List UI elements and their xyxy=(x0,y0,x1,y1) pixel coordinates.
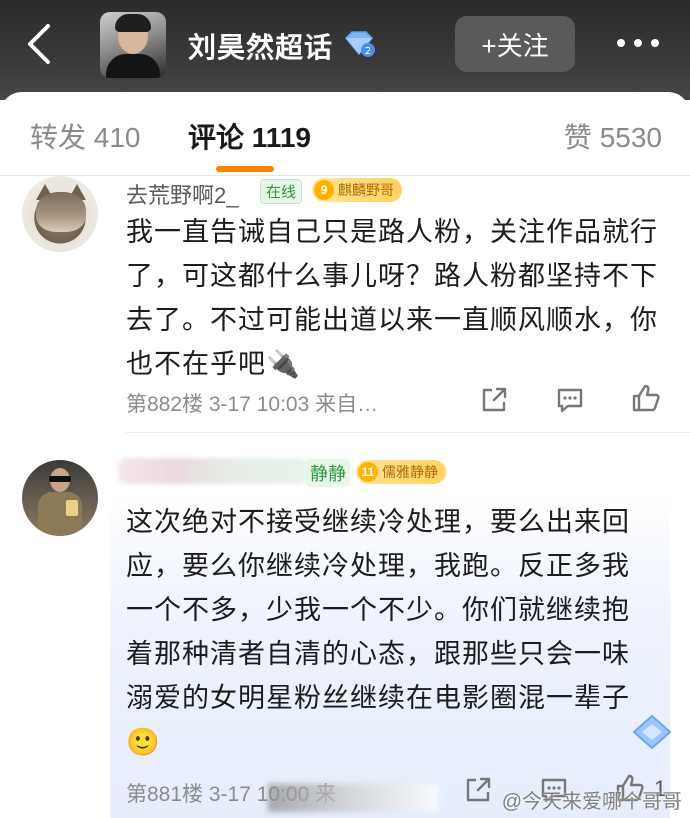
share-icon[interactable] xyxy=(478,384,510,416)
back-button[interactable] xyxy=(20,22,60,66)
level-diamond-icon: 2 xyxy=(342,30,376,58)
active-tab-indicator xyxy=(216,166,274,172)
commenter-name[interactable]: 去荒野啊2_ xyxy=(126,178,238,210)
supertopic-avatar[interactable] xyxy=(100,12,166,78)
tab-repost[interactable]: 转发 410 xyxy=(30,116,141,156)
tab-bar: 转发 410 评论 1119 赞 5530 xyxy=(0,92,690,176)
comment-meta: 第882楼 3-17 10:03 来自… xyxy=(126,393,379,416)
online-badge: 在线 xyxy=(260,179,303,204)
comment-text: 我一直告诫自己只是路人粉，关注作品就行了，可这都什么事儿呀？路人粉都坚持不下去了… xyxy=(126,217,658,379)
comments-sheet: 转发 410 评论 1119 赞 5530 去荒野啊2_ 在线 9 麒麟野哥 我… xyxy=(0,92,690,818)
fan-level: 9 xyxy=(314,180,334,200)
commenter-name[interactable]: 静静 xyxy=(306,459,350,487)
comment-icon[interactable] xyxy=(554,384,586,416)
comment-text: 这次绝对不接受继续冷处理，要么出来回应，要么你继续冷处理，我跑。反正多我一个不多… xyxy=(126,507,630,757)
fan-level: 11 xyxy=(358,462,378,482)
tab-likes[interactable]: 赞 5530 xyxy=(564,116,662,156)
follow-button[interactable]: +关注 xyxy=(455,16,575,72)
like-icon[interactable] xyxy=(630,382,662,414)
fan-badge: 9 麒麟野哥 xyxy=(312,178,402,202)
divider xyxy=(0,175,690,176)
fan-title: 儒雅静静 xyxy=(382,464,438,480)
fan-badge: 11 儒雅静静 xyxy=(356,460,446,484)
avatar[interactable] xyxy=(22,460,98,536)
avatar[interactable] xyxy=(22,176,98,252)
page-title: 刘昊然超话 xyxy=(188,32,334,63)
blurred-username xyxy=(118,458,308,484)
watermark: @今天来爱哪个哥哥 xyxy=(501,791,682,813)
more-dots-icon[interactable] xyxy=(610,28,666,58)
top-bar: 刘昊然超话 2 +关注 xyxy=(0,0,690,100)
diamond-sticker-icon xyxy=(632,714,672,750)
fan-title: 麒麟野哥 xyxy=(338,182,394,198)
back-arrow-icon xyxy=(28,24,50,64)
svg-text:2: 2 xyxy=(365,46,371,57)
divider xyxy=(126,432,690,433)
share-icon[interactable] xyxy=(462,774,494,806)
blurred-source xyxy=(268,784,438,812)
